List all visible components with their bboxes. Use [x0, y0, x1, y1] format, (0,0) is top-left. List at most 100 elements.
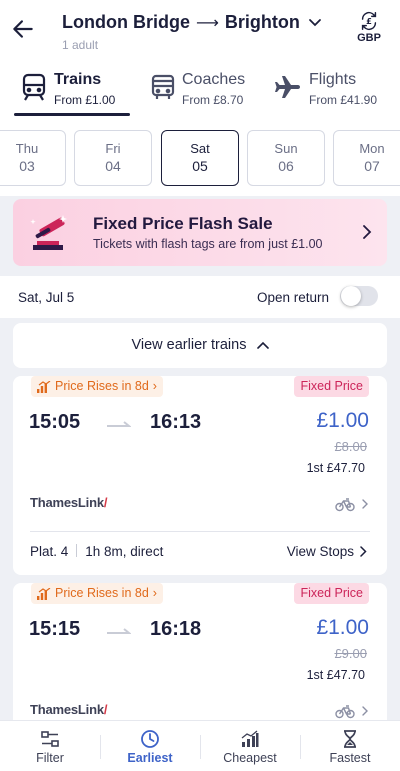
train-icon — [22, 73, 46, 101]
journey-date: Sat, Jul 5 — [18, 290, 75, 305]
operator-name: ThamesLink — [30, 495, 104, 510]
tab-price: From £41.90 — [309, 93, 378, 107]
tab-price: From £8.70 — [182, 93, 244, 107]
chevron-right-icon — [363, 225, 372, 239]
date-fri[interactable]: Fri 04 — [74, 130, 152, 186]
bicycle-icon — [335, 705, 355, 719]
date-mon[interactable]: Mon 07 — [333, 130, 400, 186]
view-stops-label: View Stops — [286, 544, 354, 559]
date-num: 03 — [19, 158, 35, 174]
tab-label: Coaches — [182, 71, 246, 88]
origin-station: London Bridge — [62, 12, 190, 32]
platform-number: Plat. 4 — [30, 544, 69, 559]
price-rise-badge: Price Rises in 8d › — [31, 376, 163, 397]
tab-filter[interactable]: Filter — [0, 721, 100, 771]
tab-label: Earliest — [127, 751, 173, 765]
back-arrow-icon[interactable] — [10, 16, 36, 42]
svg-text:£: £ — [366, 16, 372, 26]
journey-arrow-icon — [107, 421, 131, 427]
clock-icon — [141, 730, 159, 748]
currency-code: GBP — [357, 32, 381, 44]
operator-mark: / — [103, 495, 108, 510]
route-arrow-icon: ⟶ — [195, 14, 219, 32]
view-earlier-label: View earlier trains — [131, 337, 247, 353]
rising-bars-icon — [37, 587, 51, 600]
chevron-right-icon — [362, 706, 368, 716]
original-price: £8.00 — [334, 439, 367, 454]
route-selector[interactable]: London Bridge ⟶ Brighton — [62, 12, 322, 33]
original-price: £9.00 — [334, 646, 367, 661]
date-day: Thu — [15, 141, 39, 156]
date-thu[interactable]: Thu 03 — [0, 130, 66, 186]
tab-coaches[interactable]: Coaches From £8.70 — [133, 64, 266, 118]
tab-label: Trains — [54, 71, 102, 88]
tab-earliest[interactable]: Earliest — [100, 721, 200, 771]
chevron-up-icon — [256, 342, 269, 349]
operator-mark: / — [103, 702, 108, 717]
tab-label: Cheapest — [223, 751, 277, 765]
open-return-label: Open return — [257, 290, 330, 305]
gavel-icon — [30, 215, 67, 250]
departure-time: 15:15 — [29, 618, 81, 640]
tab-cheapest[interactable]: Cheapest — [200, 721, 300, 771]
departure-time: 15:05 — [29, 411, 81, 433]
view-stops-button[interactable]: View Stops — [287, 544, 367, 559]
currency-exchange-icon: £ — [361, 11, 377, 31]
flash-sale-title: Fixed Price Flash Sale — [93, 214, 273, 233]
price-rise-label: Price Rises in 8d — [55, 586, 149, 600]
plane-icon — [275, 76, 300, 98]
first-class-price: 1st £47.70 — [306, 461, 365, 475]
fixed-price-badge: Fixed Price — [294, 376, 369, 397]
tab-price: From £1.00 — [54, 93, 116, 107]
view-earlier-trains-button[interactable]: View earlier trains — [13, 323, 387, 368]
journey-card[interactable]: Price Rises in 8d › Fixed Price 15:15 16… — [13, 583, 387, 728]
flash-sale-banner[interactable]: Fixed Price Flash Sale Tickets with flas… — [13, 199, 387, 266]
flash-sale-subtitle: Tickets with flash tags are from just £1… — [93, 237, 323, 251]
tab-label: Filter — [36, 751, 64, 765]
rising-bars-icon — [37, 380, 51, 393]
chevron-right-icon — [360, 546, 367, 557]
header: London Bridge ⟶ Brighton 1 adult £ GBP — [0, 0, 400, 64]
coach-icon — [151, 74, 175, 99]
divider — [30, 531, 370, 532]
tab-trains[interactable]: Trains From £1.00 — [0, 64, 133, 118]
date-sat[interactable]: Sat 05 — [161, 130, 239, 186]
date-sun[interactable]: Sun 06 — [247, 130, 325, 186]
date-num: 07 — [364, 158, 380, 174]
journey-options-bar: Sat, Jul 5 Open return — [0, 276, 400, 318]
platform-info: Plat. 4 1h 8m, direct — [30, 544, 163, 559]
open-return-toggle[interactable] — [340, 286, 378, 306]
chevron-down-icon — [309, 18, 321, 26]
arrival-time: 16:13 — [150, 411, 202, 433]
chevron-right-icon: › — [152, 379, 157, 393]
tab-flights[interactable]: Flights From £41.90 — [266, 64, 399, 118]
operator-name: ThamesLink — [30, 702, 104, 717]
ticket-price: £1.00 — [316, 409, 369, 432]
date-num: 06 — [278, 158, 294, 174]
journey-card[interactable]: Price Rises in 8d › Fixed Price 15:05 16… — [13, 376, 387, 575]
tab-fastest[interactable]: Fastest — [300, 721, 400, 771]
tab-label: Flights — [309, 71, 357, 88]
ticket-price: £1.00 — [316, 616, 369, 639]
bicycle-icon — [335, 498, 355, 512]
chevron-right-icon: › — [152, 586, 157, 600]
date-strip: Thu 03 Fri 04 Sat 05 Sun 06 Mon 07 — [0, 118, 400, 196]
arrival-time: 16:18 — [150, 618, 202, 640]
date-day: Sat — [190, 141, 210, 156]
date-num: 05 — [192, 158, 208, 174]
price-rise-badge: Price Rises in 8d › — [31, 583, 163, 604]
first-class-price: 1st £47.70 — [306, 668, 365, 682]
date-num: 04 — [105, 158, 121, 174]
date-day: Sun — [274, 141, 298, 156]
date-day: Mon — [359, 141, 385, 156]
fixed-price-badge: Fixed Price — [294, 583, 369, 604]
currency-button[interactable]: £ GBP — [352, 10, 386, 44]
journey-arrow-icon — [107, 628, 131, 634]
journey-duration: 1h 8m, direct — [85, 544, 164, 559]
date-day: Fri — [105, 141, 121, 156]
passenger-count: 1 adult — [62, 38, 99, 52]
transport-mode-tabs: Trains From £1.00 Coaches From £8.70 Fli… — [0, 64, 400, 118]
operator-logo: ThamesLink/ — [30, 495, 108, 510]
hourglass-icon — [344, 730, 356, 748]
separator — [76, 544, 78, 557]
